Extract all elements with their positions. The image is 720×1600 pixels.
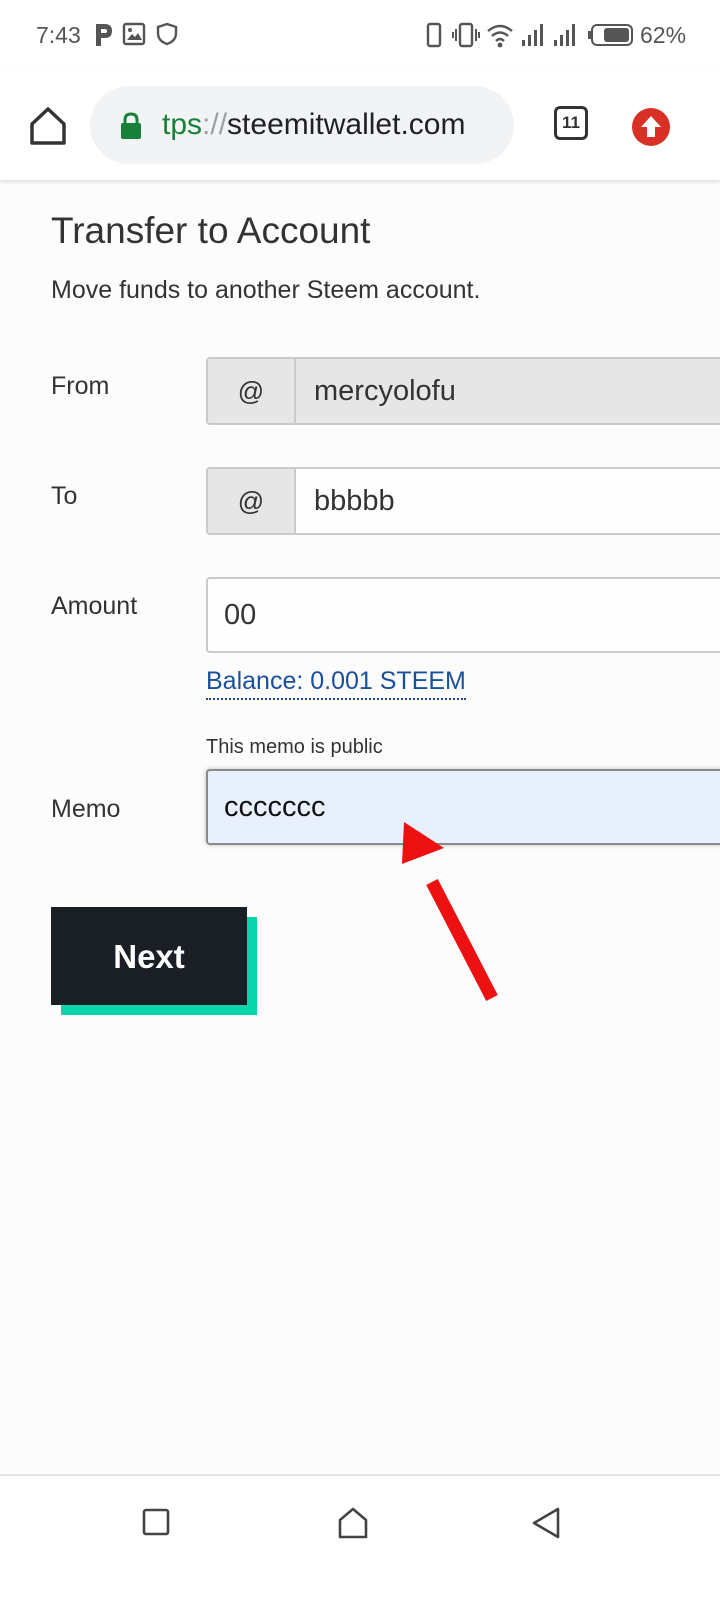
tab-switcher-button[interactable]: 11 [554, 106, 588, 140]
url-host: steemitwallet.com [227, 108, 466, 141]
phone-icon [426, 22, 442, 48]
amount-label: Amount [51, 592, 138, 620]
back-icon[interactable] [530, 1506, 564, 1540]
battery-percent: 62% [640, 22, 687, 48]
status-time: 7:43 [36, 22, 81, 48]
wifi-icon [487, 24, 513, 48]
memo-label: Memo [51, 795, 121, 823]
memo-hint: This memo is public [206, 736, 383, 758]
battery-icon [588, 24, 633, 46]
from-field: @ mercyolofu [206, 357, 720, 425]
p-app-icon [96, 24, 112, 46]
page-title: Transfer to Account [51, 210, 371, 251]
shield-icon [156, 22, 178, 46]
browser-toolbar: tps://steemitwallet.com 11 [0, 72, 720, 180]
to-value[interactable]: bbbbb [314, 469, 395, 533]
signal-icon [522, 24, 543, 46]
annotation-arrow-icon [402, 822, 498, 1001]
to-at-addon: @ [208, 469, 296, 533]
memo-value[interactable]: ccccccc [224, 771, 326, 843]
amount-field[interactable]: 00 [206, 577, 720, 653]
arrow-up-icon [641, 116, 661, 137]
signal-icon [554, 24, 575, 46]
image-icon [122, 22, 146, 46]
balance-link[interactable]: Balance: 0.001 STEEM [206, 667, 466, 700]
from-at-addon: @ [208, 359, 296, 423]
lock-icon [121, 112, 141, 139]
recents-icon[interactable] [140, 1506, 174, 1540]
url-text: tps://steemitwallet.com [162, 108, 465, 142]
update-button[interactable] [632, 108, 670, 146]
home-icon[interactable] [26, 104, 70, 148]
address-bar[interactable]: tps://steemitwallet.com [90, 86, 514, 164]
from-label: From [51, 372, 110, 400]
status-bar: 7:43 62% [0, 0, 720, 72]
to-field[interactable]: @ bbbbb [206, 467, 720, 535]
home-icon[interactable] [336, 1506, 370, 1540]
url-scheme: tps [162, 108, 203, 141]
to-label: To [51, 482, 78, 510]
vibrate-icon [452, 22, 480, 48]
url-separator: :// [202, 108, 228, 141]
amount-value[interactable]: 00 [224, 579, 256, 651]
from-value: mercyolofu [314, 375, 456, 407]
system-nav-bar [0, 1474, 720, 1600]
page-subtitle: Move funds to another Steem account. [51, 276, 481, 304]
next-button[interactable]: Next [51, 907, 247, 1005]
